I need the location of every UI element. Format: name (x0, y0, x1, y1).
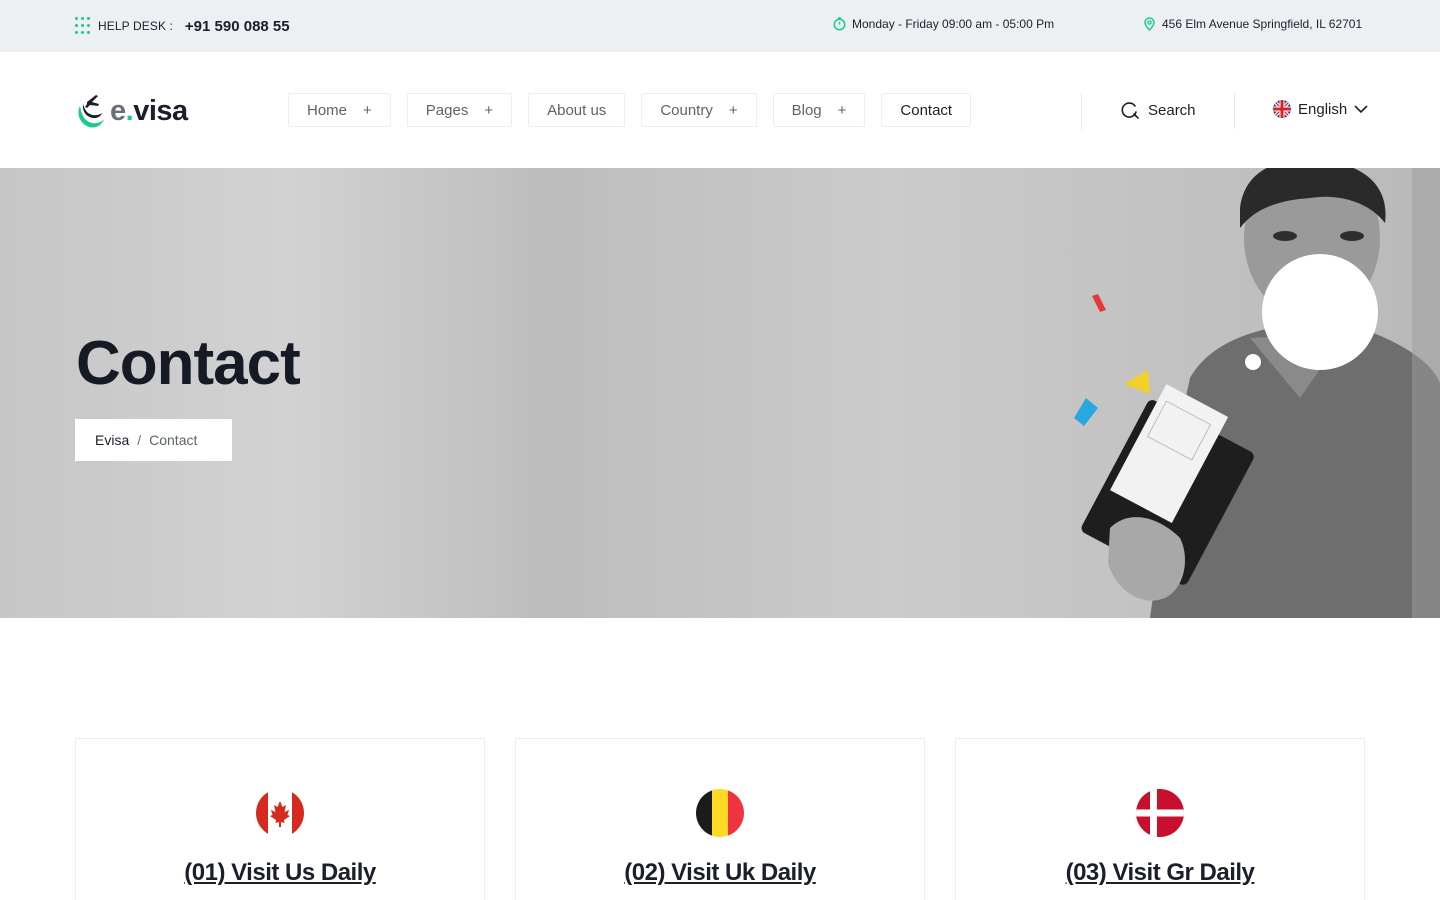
logo[interactable]: e.visa (74, 92, 188, 130)
expand-plus-icon: + (484, 101, 494, 119)
search-label: Search (1148, 101, 1196, 119)
nav-label: Blog (791, 101, 822, 119)
nav-about-us[interactable]: About us (528, 93, 626, 127)
breadcrumb-current: Contact (149, 432, 198, 448)
divider (1234, 93, 1235, 129)
address-text: 456 Elm Avenue Springfield, IL 62701 (1162, 17, 1363, 31)
search-button[interactable]: Search (1120, 100, 1196, 120)
breadcrumb-home-link[interactable]: Evisa (95, 432, 129, 448)
location-pin-icon (1144, 17, 1155, 31)
uk-flag-icon (1273, 100, 1291, 118)
helpdesk-label: HELP DESK : (98, 19, 173, 33)
search-icon (1121, 102, 1139, 119)
contact-card: (02) Visit Uk Daily (515, 738, 925, 900)
nav-label: Home (307, 101, 348, 119)
nav-label: Contact (900, 101, 953, 119)
main-header: e.visa Home + Pages + About us Country +… (0, 52, 1440, 168)
page-hero: Contact Evisa / Contact (0, 168, 1440, 618)
nav-label: Pages (425, 101, 469, 119)
clock-icon (833, 17, 846, 31)
canada-flag-icon (256, 789, 304, 837)
card-title-link[interactable]: (01) Visit Us Daily (76, 859, 484, 887)
language-label: English (1298, 100, 1348, 118)
language-selector[interactable]: English (1273, 100, 1368, 118)
contact-card: (01) Visit Us Daily (75, 738, 485, 900)
nav-pages[interactable]: Pages + (406, 93, 513, 127)
helpdesk: HELP DESK : +91 590 088 55 (75, 15, 290, 37)
nav-blog[interactable]: Blog + (772, 93, 866, 127)
nav-label: About us (547, 101, 607, 119)
divider (1081, 93, 1082, 129)
helpdesk-phone-link[interactable]: +91 590 088 55 (185, 18, 290, 35)
denmark-flag-icon (1136, 789, 1184, 837)
chevron-down-icon (1354, 104, 1368, 113)
hero-person-with-passport-image (1074, 168, 1440, 618)
nav-label: Country (660, 101, 713, 119)
logo-text: e.visa (110, 94, 188, 127)
nav-contact[interactable]: Contact (881, 93, 972, 127)
nav-home[interactable]: Home + (288, 93, 391, 127)
nav-country[interactable]: Country + (641, 93, 757, 127)
card-title-link[interactable]: (03) Visit Gr Daily (956, 859, 1364, 887)
dialpad-icon (75, 16, 90, 36)
expand-plus-icon: + (363, 101, 372, 119)
top-bar: HELP DESK : +91 590 088 55 Monday - Frid… (0, 0, 1440, 52)
hours-text: Monday - Friday 09:00 am - 05:00 Pm (852, 17, 1055, 31)
breadcrumb-separator: / (137, 432, 142, 448)
card-title-link[interactable]: (02) Visit Uk Daily (516, 859, 924, 887)
page-title: Contact (76, 329, 301, 398)
address: 456 Elm Avenue Springfield, IL 62701 (1143, 17, 1362, 31)
belgium-flag-icon (696, 789, 744, 837)
main-nav: Home + Pages + About us Country + Blog +… (288, 93, 987, 127)
logo-mark-icon (78, 95, 104, 128)
expand-plus-icon: + (728, 101, 738, 119)
contact-cards: (01) Visit Us Daily (02) Visit Uk Daily … (75, 738, 1365, 900)
breadcrumb: Evisa / Contact (75, 419, 232, 461)
contact-card: (03) Visit Gr Daily (955, 738, 1365, 900)
opening-hours: Monday - Friday 09:00 am - 05:00 Pm (833, 17, 1054, 31)
expand-plus-icon: + (837, 101, 847, 119)
